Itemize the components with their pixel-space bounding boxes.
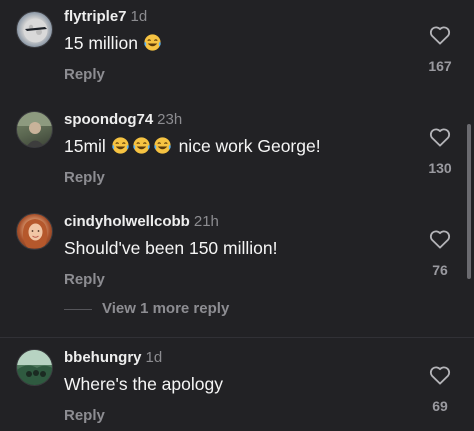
comment-item: cindyholwellcobb 21h Should've been 150 m… — [0, 213, 474, 303]
comment-timestamp: 23h — [157, 111, 183, 128]
comment-username[interactable]: cindyholwellcobb — [64, 213, 190, 230]
reply-thread-line — [64, 308, 92, 310]
like-control: 76 — [420, 229, 460, 278]
comment-text: Should've been 150 million! — [64, 237, 394, 259]
comment-username[interactable]: bbehungry — [64, 349, 142, 366]
comment-timestamp: 1d — [130, 8, 148, 25]
reply-button[interactable]: Reply — [64, 271, 105, 288]
avatar[interactable] — [16, 11, 53, 48]
section-divider — [0, 337, 474, 338]
like-control: 167 — [420, 25, 460, 74]
laughing-tears-emoji-icon — [144, 34, 161, 51]
heart-outline-icon[interactable] — [429, 127, 451, 147]
comment-meta: bbehungry 1d — [64, 349, 394, 367]
comment-meta: cindyholwellcobb 21h — [64, 213, 394, 231]
laughing-tears-emoji-icon — [112, 137, 129, 154]
like-count: 167 — [428, 58, 452, 74]
comment-text: 15mil nice work George! — [64, 135, 394, 157]
like-count: 130 — [428, 160, 452, 176]
comment-item: spoondog74 23h 15mil nice work George! R… — [0, 111, 474, 201]
comment-meta: spoondog74 23h — [64, 111, 394, 129]
comment-timestamp: 1d — [145, 349, 163, 366]
comment-username[interactable]: flytriple7 — [64, 8, 127, 25]
comment-item: flytriple7 1d 15 million Reply 167 — [0, 8, 474, 98]
comment-body: flytriple7 1d 15 million Reply — [64, 8, 394, 84]
like-count: 76 — [432, 262, 448, 278]
comment-body: spoondog74 23h 15mil nice work George! R… — [64, 111, 394, 187]
reply-button[interactable]: Reply — [64, 66, 105, 83]
comment-body: bbehungry 1d Where's the apology Reply — [64, 349, 394, 425]
comment-text-content: 15mil — [64, 136, 106, 156]
view-more-replies-label: View 1 more reply — [102, 300, 230, 317]
comment-meta: flytriple7 1d — [64, 8, 394, 26]
comment-text-content-after: nice work George! — [178, 136, 321, 156]
comment-username[interactable]: spoondog74 — [64, 111, 153, 128]
like-control: 130 — [420, 127, 460, 176]
comment-text: 15 million — [64, 32, 394, 54]
avatar[interactable] — [16, 213, 53, 250]
heart-outline-icon[interactable] — [429, 25, 451, 45]
forest-avatar-image — [17, 350, 52, 385]
heart-outline-icon[interactable] — [429, 365, 451, 385]
heart-outline-icon[interactable] — [429, 229, 451, 249]
comment-item: bbehungry 1d Where's the apology Reply 69 — [0, 349, 474, 431]
comment-text-content: 15 million — [64, 33, 138, 53]
comment-text: Where's the apology — [64, 373, 394, 395]
scrollbar[interactable] — [467, 124, 471, 279]
view-more-replies-button[interactable]: View 1 more reply — [64, 300, 229, 317]
woman-avatar-image — [22, 219, 48, 248]
reply-button[interactable]: Reply — [64, 407, 105, 424]
avatar[interactable] — [16, 111, 53, 148]
laughing-tears-emoji-icon — [154, 137, 171, 154]
comment-body: cindyholwellcobb 21h Should've been 150 m… — [64, 213, 394, 289]
reply-button[interactable]: Reply — [64, 169, 105, 186]
moon-avatar-image — [23, 18, 48, 43]
like-count: 69 — [432, 398, 448, 414]
comment-text-content: Should've been 150 million! — [64, 238, 278, 258]
avatar[interactable] — [16, 349, 53, 386]
person-avatar-image — [17, 112, 52, 147]
comment-timestamp: 21h — [193, 213, 219, 230]
like-control: 69 — [420, 365, 460, 414]
laughing-tears-emoji-icon — [133, 137, 150, 154]
comment-text-content: Where's the apology — [64, 374, 223, 394]
